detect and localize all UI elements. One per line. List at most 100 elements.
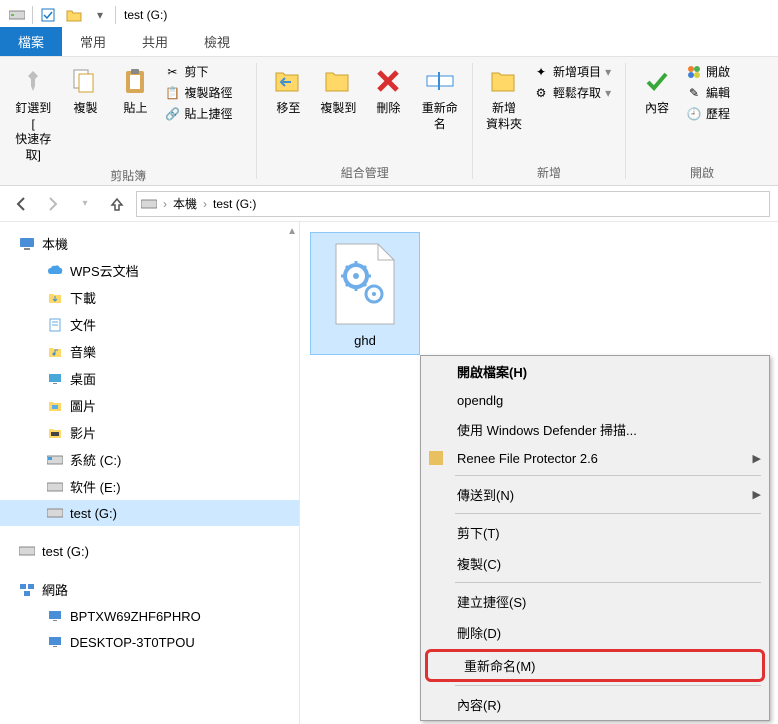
ctx-renee[interactable]: Renee File Protector 2.6 ▶ <box>421 445 769 472</box>
cut-button[interactable]: ✂剪下 <box>160 61 250 82</box>
submenu-arrow-icon: ▶ <box>753 452 761 465</box>
paste-icon <box>119 65 151 97</box>
move-to-button[interactable]: 移至 <box>263 61 313 121</box>
edit-button[interactable]: ✎編輯 <box>682 82 772 103</box>
tree-videos[interactable]: 影片 <box>0 419 299 446</box>
computer-icon <box>46 633 64 651</box>
pc-icon <box>18 235 36 253</box>
delete-button[interactable]: 刪除 <box>363 61 413 121</box>
tab-home[interactable]: 常用 <box>62 27 124 56</box>
ctx-defender[interactable]: 使用 Windows Defender 掃描... <box>421 414 769 445</box>
drive-crumb-icon <box>141 198 157 210</box>
ctx-cut[interactable]: 剪下(T) <box>421 517 769 548</box>
file-gear-icon <box>325 239 405 329</box>
ctx-sendto[interactable]: 傳送到(N)▶ <box>421 479 769 510</box>
qat-dropdown-icon[interactable]: ▾ <box>91 6 109 24</box>
tree-wps[interactable]: WPS云文档 <box>0 257 299 284</box>
tree-music[interactable]: 音樂 <box>0 338 299 365</box>
ctx-properties[interactable]: 內容(R) <box>421 689 769 720</box>
breadcrumb[interactable]: › 本機 › test (G:) <box>136 191 770 217</box>
drive-icon <box>8 6 26 24</box>
ribbon-group-new: 新增 資料夾 ✦新增項目▾ ⚙輕鬆存取▾ 新增 <box>473 57 625 185</box>
cloud-icon <box>46 262 64 280</box>
shortcut-icon: 🔗 <box>164 106 180 122</box>
open-button[interactable]: 開啟 <box>682 61 772 82</box>
properties-button[interactable]: 內容 <box>632 61 682 121</box>
tree-pictures[interactable]: 圖片 <box>0 392 299 419</box>
crumb-sep-icon[interactable]: › <box>161 197 169 211</box>
forward-button[interactable] <box>40 191 66 217</box>
ribbon-group-organize: 移至 複製到 刪除 重新命名 組合管理 <box>257 57 472 185</box>
paste-button[interactable]: 貼上 <box>110 61 160 121</box>
scissors-icon: ✂ <box>164 64 180 80</box>
folder-qat-icon[interactable] <box>65 6 83 24</box>
desktop-icon <box>46 370 64 388</box>
tree-test-g-root[interactable]: test (G:) <box>0 538 299 564</box>
copy-to-icon <box>322 65 354 97</box>
ctx-opendlg[interactable]: opendlg <box>421 387 769 414</box>
easy-access-button[interactable]: ⚙輕鬆存取▾ <box>529 82 619 103</box>
copy-icon <box>69 65 101 97</box>
copy-path-icon: 📋 <box>164 85 180 101</box>
group-label-new: 新增 <box>479 164 619 183</box>
tab-file[interactable]: 檔案 <box>0 27 62 56</box>
renee-icon <box>429 451 445 467</box>
history-button[interactable]: 🕘歷程 <box>682 103 772 124</box>
music-icon <box>46 343 64 361</box>
ctx-rename[interactable]: 重新命名(M) <box>428 652 762 679</box>
rename-icon <box>424 65 456 97</box>
tree-desktop[interactable]: 桌面 <box>0 365 299 392</box>
ribbon-tabs: 檔案 常用 共用 檢視 <box>0 30 778 56</box>
tree-documents[interactable]: 文件 <box>0 311 299 338</box>
pin-button[interactable]: 釘選到 [ 快速存取] <box>6 61 60 167</box>
drive-g2-icon <box>18 542 36 560</box>
crumb-sep-icon[interactable]: › <box>201 197 209 211</box>
tree-sys-c[interactable]: 系統 (C:) <box>0 446 299 473</box>
copy-to-button[interactable]: 複製到 <box>313 61 363 121</box>
tree-computer-2[interactable]: DESKTOP-3T0TPOU <box>0 629 299 655</box>
scroll-up-icon[interactable]: ▲ <box>287 226 297 237</box>
navigation-pane[interactable]: ▲ 本機 WPS云文档 下載 文件 音樂 桌面 圖片 影片 系統 (C:) 软件… <box>0 222 300 724</box>
copy-button[interactable]: 複製 <box>60 61 110 121</box>
title-bar: ▾ test (G:) <box>0 0 778 30</box>
file-item-ghd[interactable]: ghd <box>310 232 420 355</box>
crumb-pc[interactable]: 本機 <box>169 195 201 212</box>
submenu-arrow-icon: ▶ <box>753 488 761 501</box>
easy-access-icon: ⚙ <box>533 85 549 101</box>
up-button[interactable] <box>104 191 130 217</box>
tree-soft-e[interactable]: 软件 (E:) <box>0 473 299 500</box>
tab-share[interactable]: 共用 <box>124 27 186 56</box>
tree-network[interactable]: 網路 <box>0 576 299 603</box>
new-item-icon: ✦ <box>533 64 549 80</box>
recent-button[interactable]: ▾ <box>72 191 98 217</box>
pictures-icon <box>46 397 64 415</box>
group-label-open: 開啟 <box>632 164 772 183</box>
qat-check-icon[interactable] <box>39 6 57 24</box>
rename-button[interactable]: 重新命名 <box>413 61 466 136</box>
back-button[interactable] <box>8 191 34 217</box>
paste-shortcut-button[interactable]: 🔗貼上捷徑 <box>160 103 250 124</box>
file-label: ghd <box>354 333 376 348</box>
drive-g-icon <box>46 504 64 522</box>
ctx-copy[interactable]: 複製(C) <box>421 548 769 579</box>
new-item-button[interactable]: ✦新增項目▾ <box>529 61 619 82</box>
documents-icon <box>46 316 64 334</box>
crumb-drive[interactable]: test (G:) <box>209 197 260 211</box>
copy-path-button[interactable]: 📋複製路徑 <box>160 82 250 103</box>
ribbon-group-clipboard: 釘選到 [ 快速存取] 複製 貼上 ✂剪下 📋複製路徑 🔗貼上捷徑 剪貼簿 <box>0 57 256 185</box>
ribbon: 釘選到 [ 快速存取] 複製 貼上 ✂剪下 📋複製路徑 🔗貼上捷徑 剪貼簿 移至 <box>0 56 778 186</box>
drive-e-icon <box>46 478 64 496</box>
videos-icon <box>46 424 64 442</box>
ctx-delete[interactable]: 刪除(D) <box>421 617 769 648</box>
ctx-shortcut[interactable]: 建立捷徑(S) <box>421 586 769 617</box>
tree-test-g[interactable]: test (G:) <box>0 500 299 526</box>
check-props-icon <box>641 65 673 97</box>
tab-view[interactable]: 檢視 <box>186 27 248 56</box>
computer-icon <box>46 607 64 625</box>
group-label-organize: 組合管理 <box>263 164 466 183</box>
new-folder-button[interactable]: 新增 資料夾 <box>479 61 529 136</box>
tree-this-pc[interactable]: 本機 <box>0 230 299 257</box>
tree-computer-1[interactable]: BPTXW69ZHF6PHRO <box>0 603 299 629</box>
tree-downloads[interactable]: 下載 <box>0 284 299 311</box>
ctx-open[interactable]: 開啟檔案(H) <box>421 356 769 387</box>
